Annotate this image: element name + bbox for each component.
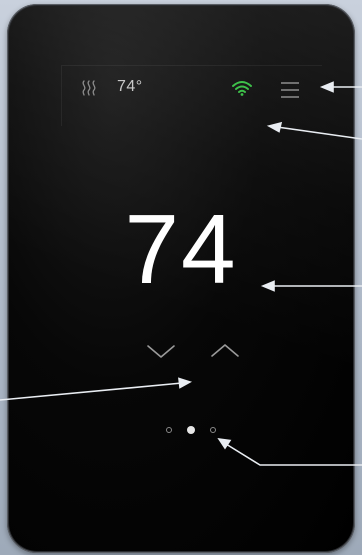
chevron-down-icon (147, 345, 175, 358)
setpoint-temperature: 74 (124, 194, 238, 304)
page-dot-2-active[interactable] (187, 426, 195, 434)
wifi-icon (232, 81, 252, 96)
indoor-temperature: 74° (117, 78, 143, 95)
thermostat-screen: 74° 74 (9, 6, 353, 551)
hamburger-menu-icon[interactable] (279, 81, 301, 99)
page-dot-1[interactable] (166, 427, 172, 433)
decrease-temperature-button[interactable] (144, 340, 178, 362)
page-dot-3[interactable] (210, 427, 216, 433)
increase-temperature-button[interactable] (208, 339, 242, 361)
status-bar: 74° (9, 6, 353, 126)
page-indicator (161, 426, 221, 441)
chevron-up-icon (211, 344, 239, 357)
heat-waves-icon (82, 80, 96, 96)
